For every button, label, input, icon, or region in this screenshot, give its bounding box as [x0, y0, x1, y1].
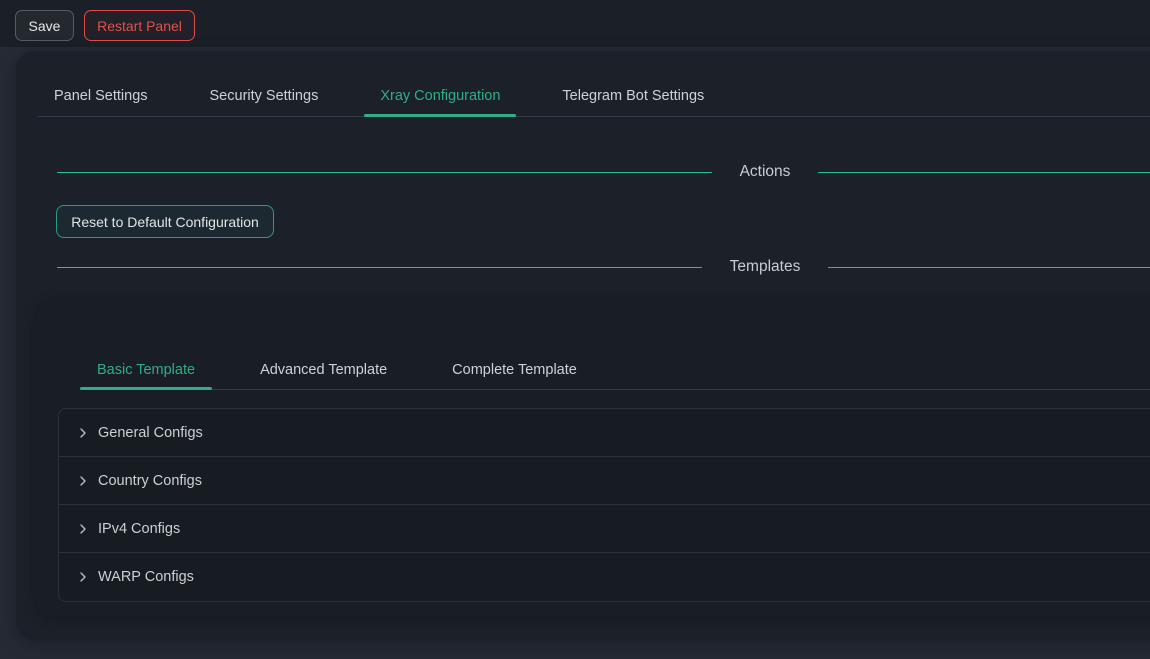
- template-tab-bar: Basic Template Advanced Template Complet…: [80, 350, 1150, 390]
- tab-label: Telegram Bot Settings: [562, 88, 704, 104]
- divider-line: [57, 267, 702, 268]
- tab-label: Xray Configuration: [380, 88, 500, 104]
- collapse-label: Country Configs: [98, 473, 202, 489]
- collapse-general-configs[interactable]: General Configs: [59, 409, 1150, 457]
- tab-label: Panel Settings: [54, 88, 148, 104]
- chevron-right-icon: [77, 427, 89, 439]
- restart-panel-button[interactable]: Restart Panel: [84, 10, 195, 41]
- collapse-label: WARP Configs: [98, 569, 194, 585]
- collapse-label: General Configs: [98, 425, 203, 441]
- actions-section-title: Actions: [712, 163, 819, 181]
- tab-label: Security Settings: [210, 88, 319, 104]
- config-collapse-list: General Configs Country Configs IPv4 Con…: [58, 408, 1150, 602]
- app-window: Save Restart Panel Panel Settings Securi…: [0, 0, 1150, 659]
- tab-label: Advanced Template: [260, 362, 387, 378]
- tab-complete-template[interactable]: Complete Template: [435, 350, 594, 389]
- settings-tab-bar: Panel Settings Security Settings Xray Co…: [38, 75, 1150, 117]
- templates-section-title: Templates: [702, 258, 829, 276]
- tab-panel-settings[interactable]: Panel Settings: [38, 75, 164, 116]
- top-action-bar: Save Restart Panel: [0, 0, 1150, 47]
- divider-line: [818, 172, 1150, 173]
- collapse-label: IPv4 Configs: [98, 521, 180, 537]
- tab-label: Basic Template: [97, 362, 195, 378]
- divider-line: [828, 267, 1150, 268]
- active-tab-underline: [80, 387, 212, 390]
- tab-security-settings[interactable]: Security Settings: [194, 75, 335, 116]
- tab-telegram-bot-settings[interactable]: Telegram Bot Settings: [546, 75, 720, 116]
- reset-default-config-button[interactable]: Reset to Default Configuration: [56, 205, 274, 238]
- collapse-ipv4-configs[interactable]: IPv4 Configs: [59, 505, 1150, 553]
- settings-card: Panel Settings Security Settings Xray Co…: [16, 51, 1150, 640]
- templates-section-divider: Templates: [57, 252, 1150, 282]
- save-button[interactable]: Save: [15, 10, 74, 41]
- tab-advanced-template[interactable]: Advanced Template: [243, 350, 404, 389]
- chevron-right-icon: [77, 523, 89, 535]
- chevron-right-icon: [77, 475, 89, 487]
- tab-label: Complete Template: [452, 362, 577, 378]
- collapse-warp-configs[interactable]: WARP Configs: [59, 553, 1150, 601]
- tab-xray-configuration[interactable]: Xray Configuration: [364, 75, 516, 116]
- templates-card: Basic Template Advanced Template Complet…: [36, 300, 1150, 617]
- chevron-right-icon: [77, 571, 89, 583]
- divider-line: [57, 172, 712, 173]
- active-tab-underline: [364, 114, 516, 117]
- actions-section-divider: Actions: [57, 157, 1150, 187]
- tab-basic-template[interactable]: Basic Template: [80, 350, 212, 389]
- collapse-country-configs[interactable]: Country Configs: [59, 457, 1150, 505]
